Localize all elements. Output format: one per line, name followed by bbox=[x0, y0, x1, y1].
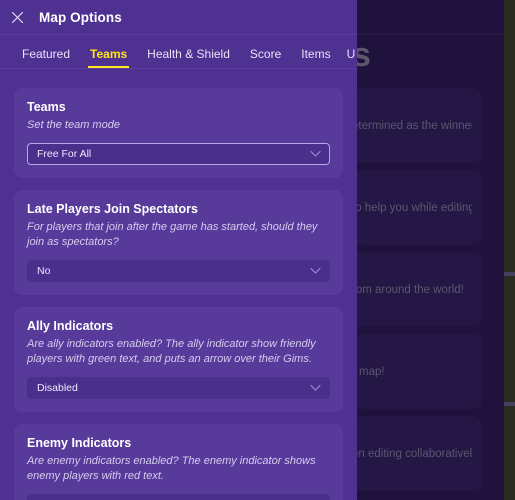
option-card: Enemy Indicators Are enemy indicators en… bbox=[14, 424, 343, 500]
chevron-down-icon bbox=[310, 384, 321, 392]
option-select-value: Free For All bbox=[37, 148, 92, 160]
chevron-down-icon bbox=[310, 150, 321, 158]
option-select[interactable]: Disabled bbox=[27, 377, 330, 399]
options-list: Teams Set the team mode Free For All Lat… bbox=[0, 68, 357, 500]
option-select-value: No bbox=[37, 265, 51, 277]
option-title: Ally Indicators bbox=[27, 319, 114, 333]
tab-bar: Featured Teams Health & Shield Score Ite… bbox=[0, 35, 357, 69]
option-description: For players that join after the game has… bbox=[27, 221, 318, 248]
option-card: Teams Set the team mode Free For All bbox=[14, 88, 343, 178]
map-options-modal: Map Options Featured Teams Health & Shie… bbox=[0, 0, 357, 500]
page-title: Map Options bbox=[39, 9, 122, 25]
option-description: Set the team mode bbox=[27, 119, 120, 131]
option-select[interactable]: Free For All bbox=[27, 143, 330, 165]
option-description: Are enemy indicators enabled? The enemy … bbox=[27, 455, 316, 482]
tab-overflow-button[interactable]: ⋯ bbox=[355, 44, 357, 69]
chevron-down-icon bbox=[310, 267, 321, 275]
close-icon[interactable] bbox=[0, 0, 34, 34]
option-title: Teams bbox=[27, 100, 66, 114]
option-title: Late Players Join Spectators bbox=[27, 202, 198, 216]
option-card: Ally Indicators Are ally indicators enab… bbox=[14, 307, 343, 412]
tab-featured[interactable]: Featured bbox=[12, 47, 80, 69]
option-description: Are ally indicators enabled? The ally in… bbox=[27, 338, 316, 365]
option-select[interactable]: Disabled bbox=[27, 494, 330, 500]
option-card: Late Players Join Spectators For players… bbox=[14, 190, 343, 295]
tab-items[interactable]: Items bbox=[291, 47, 340, 69]
modal-header: Map Options bbox=[0, 0, 357, 35]
tab-teams[interactable]: Teams bbox=[80, 47, 137, 69]
option-select-value: Disabled bbox=[37, 382, 78, 394]
tab-health-and-shield[interactable]: Health & Shield bbox=[137, 47, 240, 69]
tab-score[interactable]: Score bbox=[240, 47, 291, 69]
tab-clipped[interactable]: U bbox=[341, 47, 356, 69]
option-select[interactable]: No bbox=[27, 260, 330, 282]
option-title: Enemy Indicators bbox=[27, 436, 132, 450]
